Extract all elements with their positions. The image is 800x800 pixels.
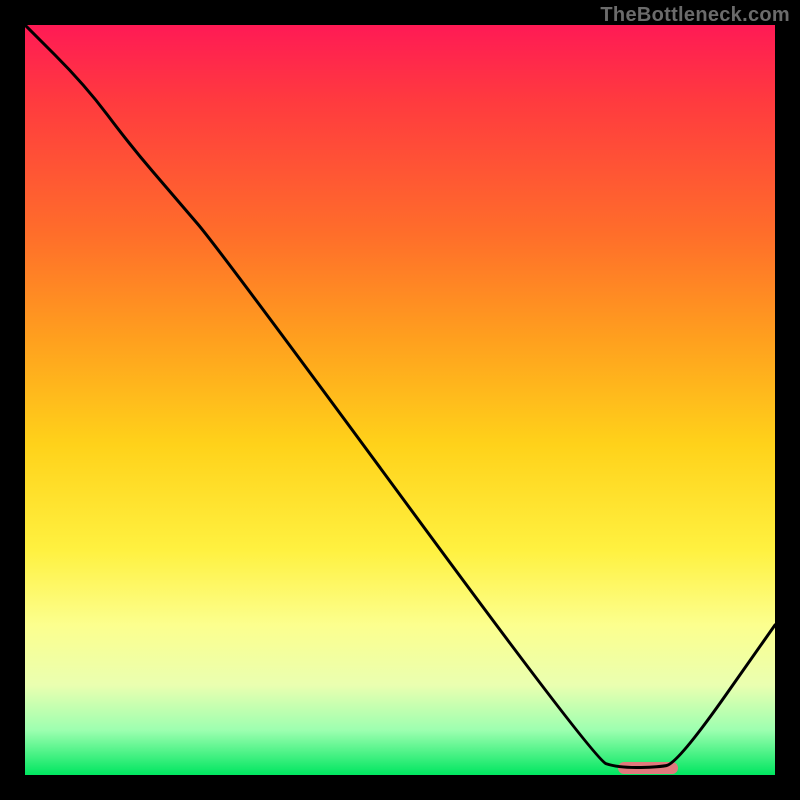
chart-frame (25, 25, 775, 775)
gradient-background (25, 25, 775, 775)
min-bottleneck-marker (618, 762, 678, 774)
plot-area (25, 25, 775, 775)
watermark-text: TheBottleneck.com (600, 4, 790, 27)
